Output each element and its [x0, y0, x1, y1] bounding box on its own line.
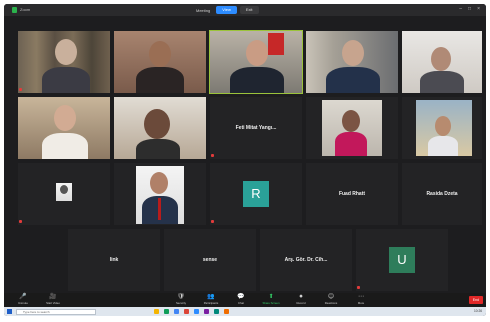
video-tile[interactable] — [306, 97, 398, 159]
shield-icon — [12, 7, 17, 13]
unmute-button[interactable]: 🎤 Unmute — [14, 294, 32, 305]
participant-name: Fuad Rhatt — [338, 191, 366, 197]
record-icon: ⏺ — [299, 294, 303, 300]
participant-name: Rasida Dzeta — [426, 191, 458, 197]
reactions-button[interactable]: 😊 Reactions — [322, 294, 340, 305]
video-tile[interactable]: Arş. Gör. Dr. Cih... — [260, 229, 352, 291]
window-controls: – □ × — [459, 6, 480, 12]
screen: Zoom Meeting View Exit – □ × Feti Mitat … — [4, 4, 486, 316]
chat-icon: 💬 — [237, 294, 245, 300]
participants-icon: 👥 — [207, 294, 215, 300]
windows-taskbar: Type here to search 10:26 — [4, 307, 486, 316]
record-button[interactable]: ⏺ Record — [292, 294, 310, 305]
system-clock[interactable]: 10:26 — [474, 309, 482, 313]
app-name: Zoom — [20, 7, 31, 12]
video-feed — [136, 166, 184, 224]
taskbar-app-icon[interactable] — [194, 309, 199, 314]
video-tile[interactable]: U — [356, 229, 448, 291]
muted-mic-icon — [19, 88, 22, 91]
zoom-titlebar: Zoom Meeting View Exit – □ × — [4, 4, 486, 16]
participant-name: sense — [202, 257, 218, 263]
video-tile[interactable]: link — [68, 229, 160, 291]
participant-name: Arş. Gör. Dr. Cih... — [284, 257, 328, 263]
share-screen-button[interactable]: ⬆ Share Screen — [262, 294, 280, 305]
active-speaker-tile[interactable] — [209, 30, 303, 94]
end-meeting-button[interactable]: End — [468, 296, 483, 304]
maximize-icon[interactable]: □ — [468, 6, 471, 12]
reactions-icon: 😊 — [327, 294, 335, 300]
participant-name: link — [109, 257, 119, 263]
minimize-icon[interactable]: – — [459, 6, 462, 12]
chat-button[interactable]: 💬 Chat — [232, 294, 250, 305]
muted-mic-icon — [211, 220, 214, 223]
video-tile[interactable] — [114, 163, 206, 225]
video-tile[interactable] — [306, 31, 398, 93]
microphone-icon: 🎤 — [19, 294, 27, 300]
security-button[interactable]: 🛡 Security — [172, 294, 190, 305]
muted-mic-icon — [19, 220, 22, 223]
taskbar-app-icon[interactable] — [174, 309, 179, 314]
taskbar-app-icon[interactable] — [154, 309, 159, 314]
video-tile[interactable] — [114, 97, 206, 159]
participant-name: Feti Mitat Yangı... — [235, 125, 277, 131]
camera-icon: 🎥 — [49, 294, 57, 300]
windows-start-icon[interactable] — [7, 309, 12, 314]
flag-decoration — [268, 33, 284, 55]
view-button[interactable]: View — [216, 6, 237, 14]
taskbar-app-icon[interactable] — [204, 309, 209, 314]
shield-icon: 🛡 — [177, 294, 185, 300]
video-tile[interactable]: sense — [164, 229, 256, 291]
taskbar-app-icon[interactable] — [184, 309, 189, 314]
video-tile[interactable] — [18, 97, 110, 159]
taskbar-app-icon[interactable] — [164, 309, 169, 314]
video-tile[interactable] — [18, 163, 110, 225]
video-tile[interactable] — [18, 31, 110, 93]
exit-fullscreen-button[interactable]: Exit — [239, 6, 259, 14]
share-screen-icon: ⬆ — [268, 294, 274, 300]
video-tile[interactable]: Feti Mitat Yangı... — [210, 97, 302, 159]
video-tile[interactable]: R — [210, 163, 302, 225]
video-tile[interactable]: Rasida Dzeta — [402, 163, 482, 225]
taskbar-search-input[interactable]: Type here to search — [16, 308, 96, 315]
muted-mic-icon — [211, 154, 214, 157]
video-feed — [322, 100, 382, 156]
meeting-label: Meeting — [196, 7, 211, 13]
video-feed — [416, 100, 472, 156]
video-tile[interactable]: Fuad Rhatt — [306, 163, 398, 225]
avatar: U — [389, 247, 415, 273]
participants-button[interactable]: 👥 Participants — [202, 294, 220, 305]
video-tile[interactable] — [402, 31, 482, 93]
video-tile[interactable] — [402, 97, 482, 159]
muted-mic-icon — [357, 286, 360, 289]
video-tile[interactable] — [114, 31, 206, 93]
more-button[interactable]: ⋯ More — [352, 294, 370, 305]
taskbar-app-icon[interactable] — [214, 309, 219, 314]
view-controls: Meeting View Exit — [196, 5, 259, 15]
close-icon[interactable]: × — [477, 6, 480, 12]
more-icon: ⋯ — [358, 294, 364, 300]
start-video-button[interactable]: 🎥 Start Video — [44, 294, 62, 305]
avatar: R — [243, 181, 269, 207]
meeting-toolbar: 🎤 Unmute 🎥 Start Video 🛡 Security 👥 Part… — [4, 293, 486, 307]
profile-picture — [56, 183, 72, 201]
taskbar-app-icon[interactable] — [224, 309, 229, 314]
